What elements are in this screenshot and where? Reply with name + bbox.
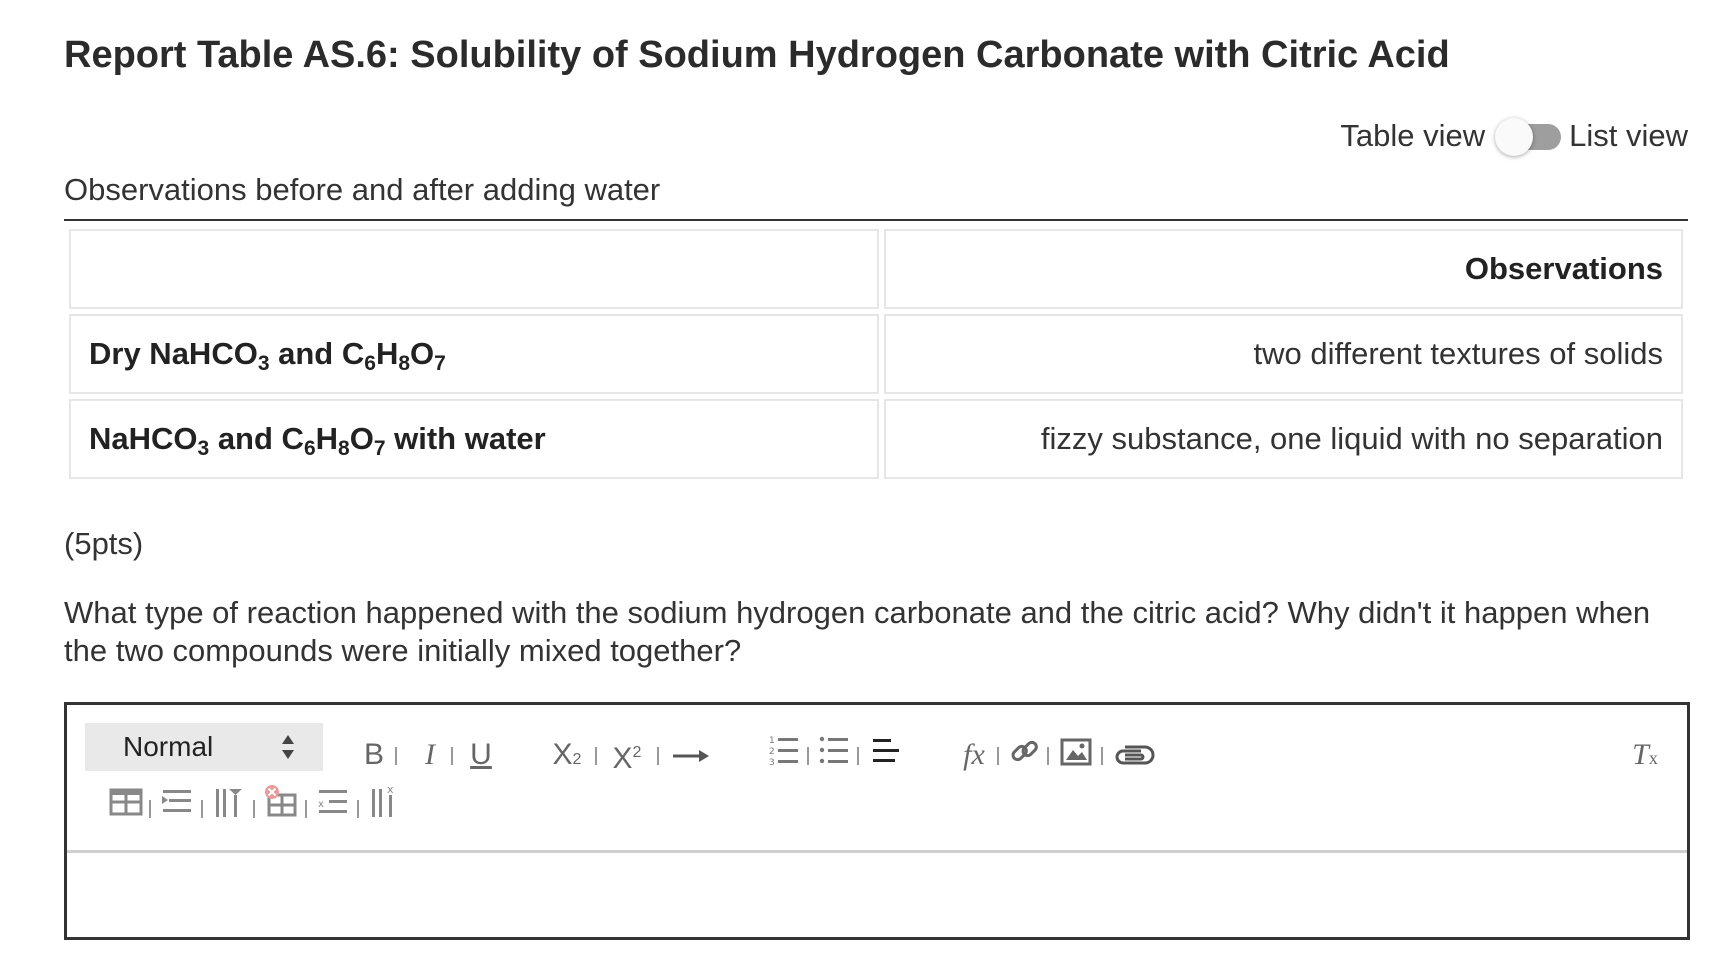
toolbar-separator [395,747,397,765]
table-view-label[interactable]: Table view [1340,118,1485,154]
toolbar-separator [1101,747,1103,765]
question-text: What type of reaction happened with the … [64,595,1651,668]
row-label: NaHCO3 and C6H8O7 with water [69,399,879,479]
view-switch[interactable] [1495,118,1562,156]
svg-text:x: x [318,799,324,810]
toolbar-separator [305,800,307,818]
formula-text: NaHCO [89,421,198,456]
table-caption: Observations before and after adding wat… [64,172,661,207]
points-label: (5pts) [64,526,144,561]
page: Report Table AS.6: Solubility of Sodium … [0,0,1724,976]
formula-text: with water [385,421,546,456]
row-observation: two different textures of solids [884,314,1683,394]
formula-text: and C [209,421,304,456]
switch-knob[interactable] [1495,118,1534,156]
editor-toolbar: Normal B I U X2 X2 1 2 3 fx Tx x x [67,705,1687,853]
formula-subscript: 6 [303,437,316,460]
insert-column-icon[interactable] [213,785,245,819]
toolbar-separator [149,800,151,818]
bold-icon[interactable]: B [359,735,389,775]
table-row: NaHCO3 and C6H8O7 with water fizzy subst… [69,399,1683,479]
formula-subscript: 8 [338,437,350,460]
toolbar-separator [201,800,203,818]
subscript-icon[interactable]: X2 [547,735,587,775]
toolbar-separator [253,800,255,818]
toolbar-separator [657,747,659,765]
toolbar-separator [997,747,999,765]
formula-subscript: 7 [373,437,386,460]
row-observation: fizzy substance, one liquid with no sepa… [884,399,1683,479]
formula-subscript: 3 [197,437,210,460]
italic-icon[interactable]: I [415,735,445,775]
formula-icon[interactable]: fx [957,735,991,775]
toolbar-separator [451,747,453,765]
page-title: Report Table AS.6: Solubility of Sodium … [64,34,1450,76]
formula-subscript: 8 [398,352,411,375]
view-toggle: Table view List view [1340,118,1688,156]
delete-row-icon[interactable]: x [317,785,349,819]
header-cell-observations: Observations [884,229,1683,309]
align-left-icon[interactable] [871,733,901,767]
table-header-row: Observations [69,229,1683,309]
format-select-value: Normal [123,731,214,762]
list-view-label[interactable]: List view [1569,118,1688,154]
formula-subscript: 3 [257,352,270,375]
format-select[interactable]: Normal [85,723,323,771]
row-label: Dry NaHCO3 and C6H8O7 [69,314,879,394]
svg-text:2: 2 [769,747,775,757]
formula-text: Dry NaHCO [89,336,258,371]
numbered-list-icon[interactable]: 1 2 3 [769,733,799,767]
rich-text-editor: Normal B I U X2 X2 1 2 3 fx Tx x x [64,702,1690,940]
svg-text:x: x [387,783,394,796]
toolbar-separator [807,747,809,765]
formula-text: H [315,421,339,456]
select-arrows-icon [282,735,294,759]
superscript-icon[interactable]: X2 [607,733,647,775]
observations-table: Observations Dry NaHCO3 and C6H8O7 two d… [64,224,1688,484]
paperclip-icon[interactable] [1111,739,1155,773]
image-icon[interactable] [1059,735,1093,769]
arrow-right-icon[interactable] [671,741,711,771]
delete-table-icon[interactable] [263,783,297,819]
caption-divider [64,219,1688,221]
answer-content-area[interactable] [67,853,1687,937]
toolbar-separator [595,747,597,765]
formula-text: O [349,421,374,456]
insert-table-icon[interactable] [109,785,143,819]
delete-column-icon[interactable]: x [369,783,401,819]
link-icon[interactable] [1009,735,1041,769]
underline-icon[interactable]: U [465,735,497,775]
toolbar-separator [357,800,359,818]
formula-text: H [375,336,399,371]
formula-subscript: 6 [364,352,376,375]
svg-text:3: 3 [769,758,775,767]
table-row: Dry NaHCO3 and C6H8O7 two different text… [69,314,1683,394]
toolbar-separator [857,747,859,765]
header-cell-empty [69,229,879,309]
formula-text: O [410,336,435,371]
formula-text: and C [269,336,365,371]
clear-format-icon[interactable]: Tx [1627,735,1663,775]
toolbar-separator [1047,747,1049,765]
bullet-list-icon[interactable] [819,733,849,767]
insert-row-icon[interactable] [161,785,193,819]
formula-subscript: 7 [434,352,446,375]
svg-text:1: 1 [769,736,775,746]
